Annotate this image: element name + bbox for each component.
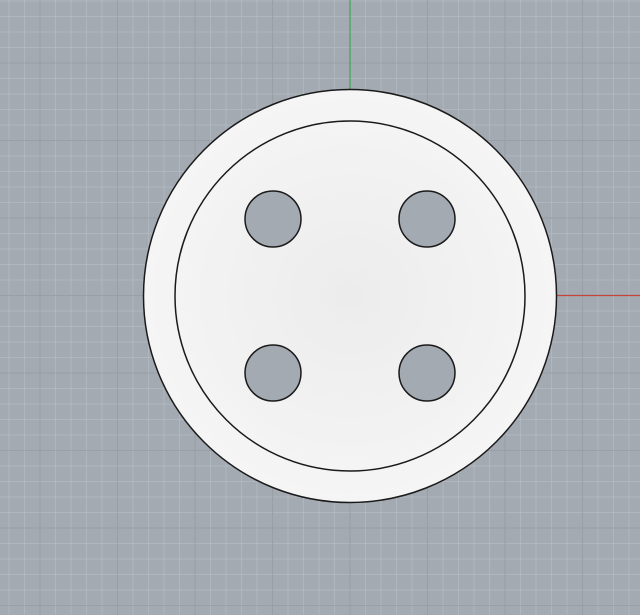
viewport-canvas[interactable] — [0, 0, 640, 615]
3d-viewport[interactable] — [0, 0, 640, 615]
button-hole[interactable] — [244, 344, 302, 402]
button-hole[interactable] — [398, 190, 456, 248]
button-hole[interactable] — [398, 344, 456, 402]
button-model[interactable] — [142, 88, 558, 504]
button-hole[interactable] — [244, 190, 302, 248]
button-outer-rim[interactable] — [142, 88, 558, 504]
